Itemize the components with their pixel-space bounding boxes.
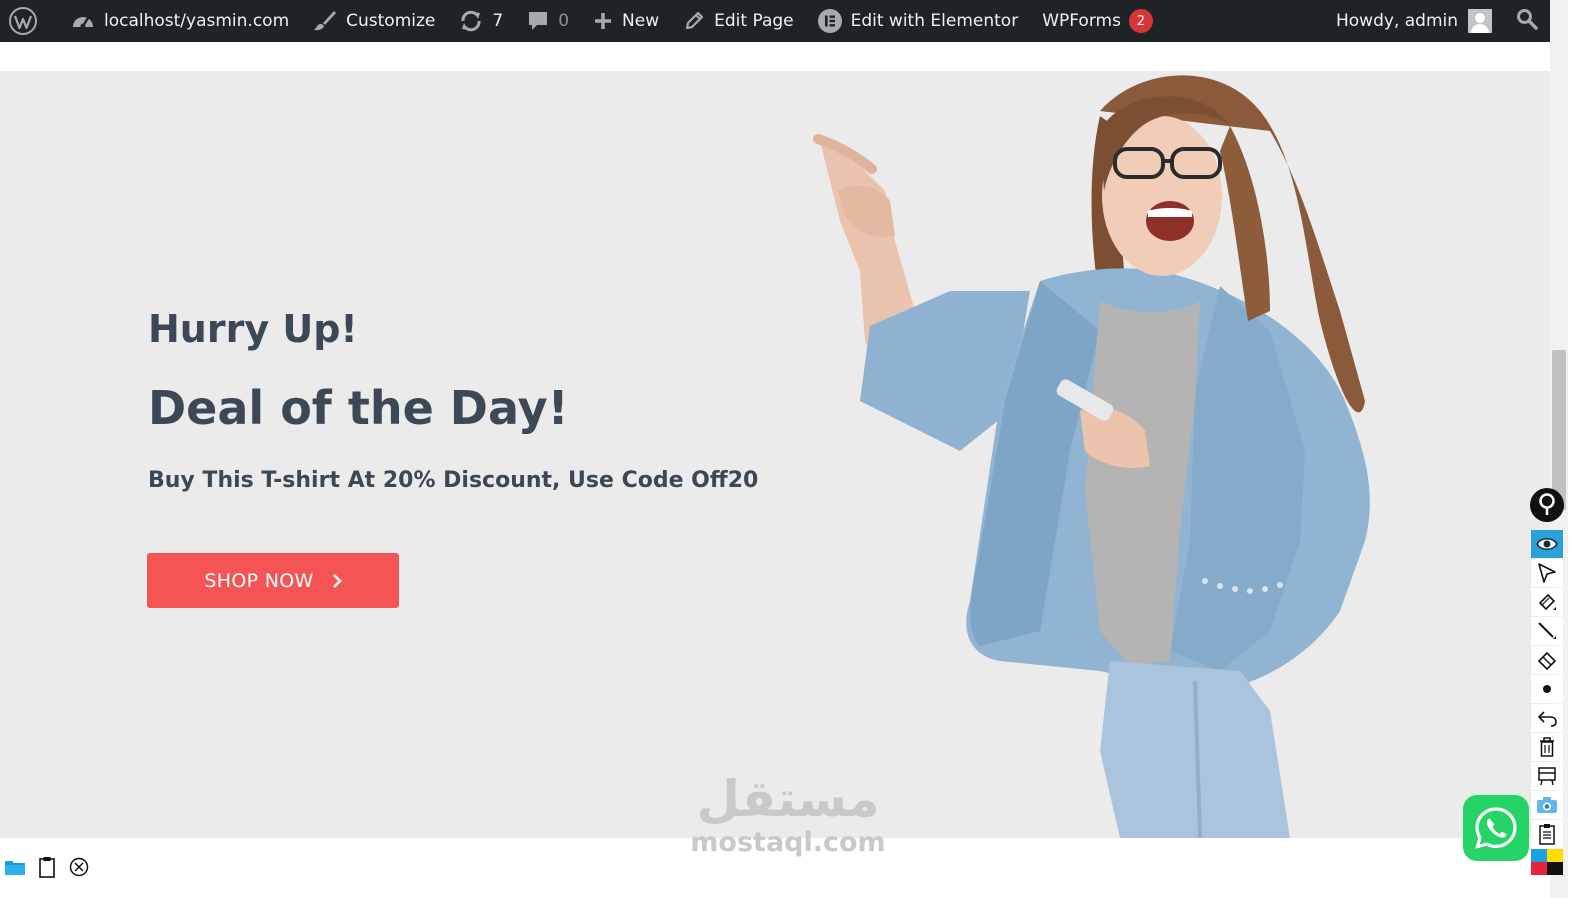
pen-icon[interactable] [1531, 617, 1563, 645]
comments-count: 0 [558, 11, 570, 31]
dashboard-icon [71, 11, 95, 31]
eraser-icon[interactable] [1531, 646, 1563, 674]
pencil-icon [683, 10, 705, 32]
page-top-strip [0, 42, 1550, 71]
close-circle-icon[interactable] [68, 856, 90, 878]
shop-now-button[interactable]: SHOP NOW [147, 553, 399, 608]
whatsapp-chat-button[interactable] [1463, 795, 1529, 861]
color-palette-icon[interactable] [1531, 849, 1563, 875]
wordpress-logo-icon [8, 6, 38, 36]
elementor-icon [817, 9, 842, 33]
watermark-latin: mostaql.com [690, 827, 886, 858]
bottom-mini-toolbar [4, 856, 90, 878]
chevron-right-icon [332, 573, 342, 588]
search-icon [1516, 8, 1538, 35]
edit-page-link[interactable]: Edit Page [671, 0, 805, 42]
highlighter-icon[interactable] [1531, 588, 1563, 616]
whatsapp-icon [1475, 807, 1517, 849]
shop-now-label: SHOP NOW [204, 569, 314, 592]
folder-icon[interactable] [4, 856, 26, 878]
edit-page-label: Edit Page [714, 11, 794, 31]
wpforms-label: WPForms [1042, 11, 1121, 31]
elementor-label: Edit with Elementor [850, 11, 1019, 31]
avatar [1468, 9, 1492, 33]
admin-search-button[interactable] [1504, 0, 1550, 42]
new-content-link[interactable]: New [581, 0, 671, 42]
wp-admin-bar: localhost/yasmin.com Customize 7 0 New E… [0, 0, 1550, 42]
site-name-label: localhost/yasmin.com [104, 11, 290, 31]
new-label: New [622, 11, 660, 31]
model-woman-pointing-image [813, 75, 1370, 838]
updates-count: 7 [492, 11, 504, 31]
plus-icon [593, 11, 613, 31]
customize-label: Customize [346, 11, 436, 31]
wpforms-link[interactable]: WPForms 2 [1030, 0, 1165, 42]
eye-icon[interactable] [1531, 530, 1563, 558]
hero-subtitle: Buy This T-shirt At 20% Discount, Use Co… [148, 468, 759, 493]
deal-of-the-day-banner: Hurry Up! Deal of the Day! Buy This T-sh… [0, 71, 1550, 838]
scrollbar-thumb[interactable] [1552, 350, 1566, 510]
wordpress-logo-button[interactable] [0, 0, 59, 42]
trash-icon[interactable] [1531, 733, 1563, 761]
cursor-icon[interactable] [1531, 559, 1563, 587]
site-name-link[interactable]: localhost/yasmin.com [59, 0, 301, 42]
paintbrush-icon [313, 10, 337, 32]
customize-link[interactable]: Customize [301, 0, 447, 42]
dot-icon[interactable] [1531, 675, 1563, 703]
pin-icon[interactable] [1530, 488, 1564, 522]
my-account-link[interactable]: Howdy, admin [1324, 0, 1504, 42]
refresh-icon [459, 10, 483, 32]
annotation-toolbar [1530, 488, 1564, 875]
edit-with-elementor-link[interactable]: Edit with Elementor [806, 0, 1031, 42]
mostaql-watermark: مستقل mostaql.com [688, 770, 888, 858]
clipboard-icon[interactable] [1531, 820, 1563, 848]
howdy-label: Howdy, admin [1335, 11, 1458, 31]
watermark-arabic: مستقل [696, 770, 880, 828]
wpforms-notification-badge: 2 [1128, 9, 1153, 33]
comment-bubble-icon [527, 10, 549, 32]
undo-icon[interactable] [1531, 704, 1563, 732]
hero-title: Deal of the Day! [148, 381, 569, 435]
hero-kicker: Hurry Up! [148, 307, 358, 351]
camera-icon[interactable] [1531, 791, 1563, 819]
updates-link[interactable]: 7 [447, 0, 515, 42]
comments-link[interactable]: 0 [515, 0, 581, 42]
board-icon[interactable] [1531, 762, 1563, 790]
clipboard-icon[interactable] [36, 856, 58, 878]
